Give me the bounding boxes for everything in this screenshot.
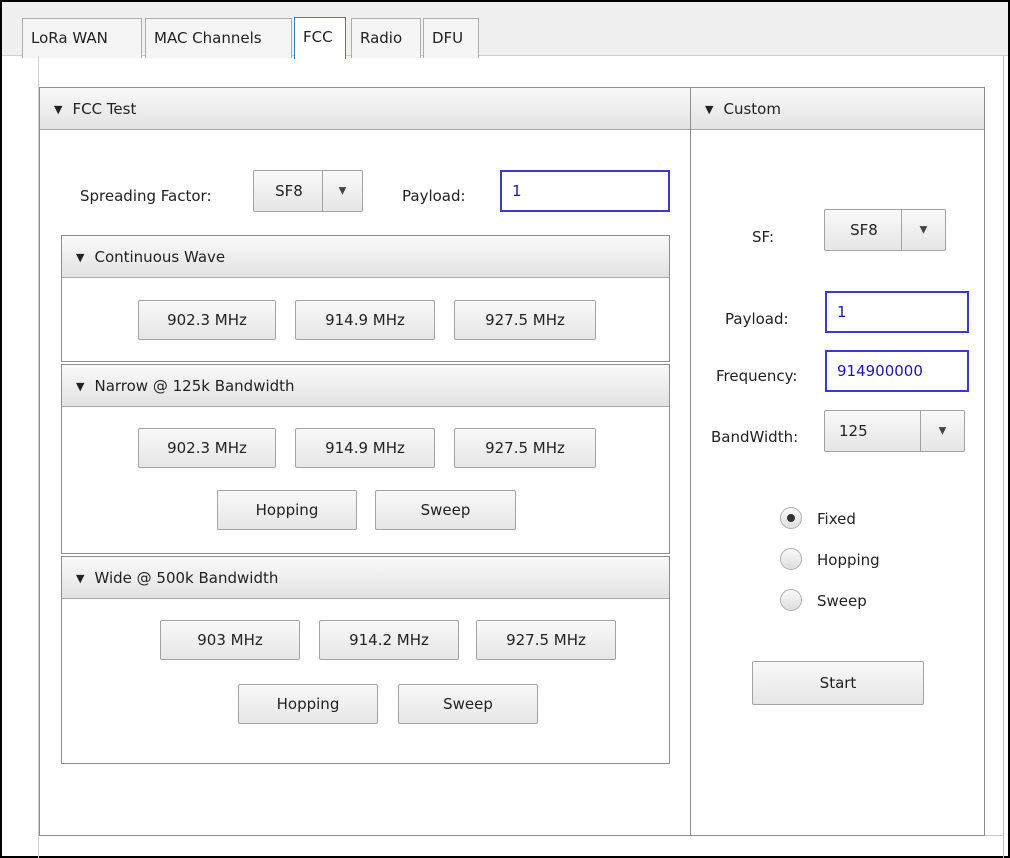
triangle-down-icon: ▼	[76, 572, 85, 585]
wide-903-button[interactable]: 903 MHz	[160, 620, 300, 660]
content-right-border	[1003, 56, 1004, 858]
narrow-section: ▼ Narrow @ 125k Bandwidth 902.3 MHz 914.9…	[61, 364, 670, 554]
spreading-factor-value: SF8	[275, 182, 303, 200]
frequency-input[interactable]: 914900000	[825, 350, 969, 392]
bandwidth-value: 125	[839, 422, 868, 440]
fixed-radio-label[interactable]: Fixed	[817, 509, 856, 529]
sweep-radio-label[interactable]: Sweep	[817, 591, 867, 611]
continuous-wave-header[interactable]: ▼ Continuous Wave	[62, 236, 669, 278]
spreading-factor-label: Spreading Factor:	[80, 187, 212, 205]
narrow-914-9-button[interactable]: 914.9 MHz	[295, 428, 435, 468]
payload-label: Payload:	[402, 187, 466, 205]
wide-header[interactable]: ▼ Wide @ 500k Bandwidth	[62, 557, 669, 599]
tab-mac-channels[interactable]: MAC Channels	[145, 18, 292, 58]
frequency-label: Frequency:	[716, 367, 798, 385]
custom-panel: ▼ Custom SF: SF8 ▼ Payload: 1 Frequency: …	[690, 87, 985, 836]
triangle-down-icon: ▼	[76, 251, 85, 264]
wide-sweep-button[interactable]: Sweep	[398, 684, 538, 724]
hopping-radio-label[interactable]: Hopping	[817, 550, 880, 570]
narrow-902-3-button[interactable]: 902.3 MHz	[138, 428, 276, 468]
sf-value: SF8	[850, 221, 878, 239]
wide-hopping-button[interactable]: Hopping	[238, 684, 378, 724]
wide-section: ▼ Wide @ 500k Bandwidth 903 MHz 914.2 MHz…	[61, 556, 670, 764]
bandwidth-label: BandWidth:	[711, 428, 799, 446]
narrow-title: Narrow @ 125k Bandwidth	[94, 377, 295, 395]
tab-fcc[interactable]: FCC	[294, 17, 346, 59]
wide-914-2-button[interactable]: 914.2 MHz	[319, 620, 459, 660]
start-button[interactable]: Start	[752, 661, 924, 705]
tab-bar: LoRa WAN MAC Channels FCC Radio DFU	[2, 2, 1008, 59]
continuous-wave-section: ▼ Continuous Wave 902.3 MHz 914.9 MHz 927…	[61, 235, 670, 362]
triangle-down-icon: ▼	[76, 380, 85, 393]
custom-header[interactable]: ▼ Custom	[691, 88, 984, 130]
tab-lora-wan[interactable]: LoRa WAN	[22, 18, 142, 58]
custom-title: Custom	[723, 100, 781, 118]
sweep-radio[interactable]	[780, 589, 802, 611]
tab-radio[interactable]: Radio	[351, 18, 421, 58]
spreading-factor-select[interactable]: SF8 ▼	[253, 170, 363, 212]
wide-title: Wide @ 500k Bandwidth	[94, 569, 279, 587]
narrow-hopping-button[interactable]: Hopping	[217, 490, 357, 530]
tab-dfu[interactable]: DFU	[423, 18, 479, 58]
triangle-down-icon: ▼	[705, 103, 714, 116]
chevron-down-icon[interactable]: ▼	[322, 171, 362, 211]
sf-label: SF:	[752, 228, 775, 246]
hopping-radio[interactable]	[780, 548, 802, 570]
cw-914-9-button[interactable]: 914.9 MHz	[295, 300, 435, 340]
wide-927-5-button[interactable]: 927.5 MHz	[476, 620, 616, 660]
fcc-test-header[interactable]: ▼ FCC Test	[40, 88, 690, 130]
chevron-down-icon[interactable]: ▼	[901, 210, 945, 250]
continuous-wave-title: Continuous Wave	[94, 248, 226, 266]
fixed-radio[interactable]	[780, 507, 802, 529]
triangle-down-icon: ▼	[54, 103, 63, 116]
cw-902-3-button[interactable]: 902.3 MHz	[138, 300, 276, 340]
cw-927-5-button[interactable]: 927.5 MHz	[454, 300, 596, 340]
narrow-header[interactable]: ▼ Narrow @ 125k Bandwidth	[62, 365, 669, 407]
custom-payload-input[interactable]: 1	[825, 291, 969, 333]
payload-input[interactable]: 1	[500, 170, 670, 212]
narrow-927-5-button[interactable]: 927.5 MHz	[454, 428, 596, 468]
fcc-test-title: FCC Test	[72, 100, 137, 118]
chevron-down-icon[interactable]: ▼	[920, 411, 964, 451]
fcc-test-panel: ▼ FCC Test Spreading Factor: SF8 ▼ Payloa…	[39, 87, 691, 836]
bandwidth-select[interactable]: 125 ▼	[824, 410, 965, 452]
sf-select[interactable]: SF8 ▼	[824, 209, 946, 251]
custom-payload-label: Payload:	[725, 310, 789, 328]
narrow-sweep-button[interactable]: Sweep	[375, 490, 516, 530]
